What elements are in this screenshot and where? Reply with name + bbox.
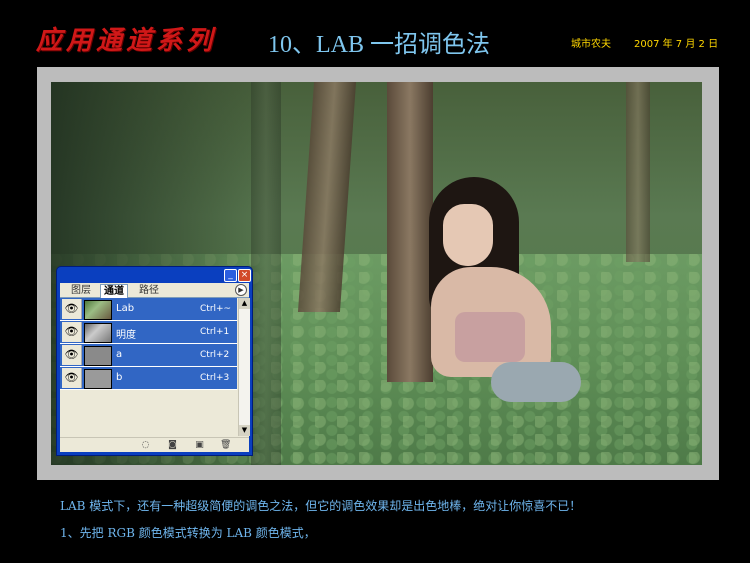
lesson-title: 10、LAB 一招调色法 (268, 32, 490, 58)
tree-trunk-blurred (251, 82, 281, 465)
delete-channel-icon[interactable]: 🗑 (220, 440, 231, 450)
save-selection-icon[interactable]: ◙ (167, 440, 178, 450)
channel-thumbnail (84, 300, 112, 320)
channel-shortcut: Ctrl+2 (200, 350, 230, 360)
channel-shortcut: Ctrl+3 (200, 373, 230, 383)
publish-date: 2007 年 7 月 2 日 (634, 39, 719, 50)
palette-scrollbar[interactable]: ▲ ▼ (238, 298, 250, 436)
palette-footer: ◌ ◙ ▣ 🗑 (60, 437, 249, 453)
scroll-down-icon[interactable]: ▼ (239, 425, 250, 436)
channel-row-a[interactable]: 👁 a Ctrl+2 (60, 344, 237, 367)
new-channel-icon[interactable]: ▣ (194, 440, 205, 450)
model-top (455, 312, 525, 362)
channel-row-lightness[interactable]: 👁 明度 Ctrl+1 (60, 321, 237, 344)
caption-line-2: 1、先把 RGB 颜色模式转换为 LAB 颜色模式， (60, 526, 316, 540)
channel-name: 明度 (116, 330, 136, 341)
close-button[interactable]: × (238, 269, 251, 282)
channel-thumbnail (84, 369, 112, 389)
eye-icon[interactable]: 👁 (62, 299, 82, 319)
palette-titlebar[interactable]: _ × (57, 267, 252, 283)
series-title: 应用通道系列 (36, 26, 217, 56)
scroll-up-icon[interactable]: ▲ (239, 298, 250, 309)
palette-tabs: 图层 通道 路径 ▶ (60, 283, 249, 298)
channels-palette: _ × 图层 通道 路径 ▶ 👁 Lab Ctrl+~ 👁 明度 Ctrl+1 (57, 267, 252, 455)
palette-menu-icon[interactable]: ▶ (235, 284, 247, 296)
channel-list: 👁 Lab Ctrl+~ 👁 明度 Ctrl+1 👁 a Ctrl+2 👁 b … (60, 298, 237, 390)
load-selection-icon[interactable]: ◌ (140, 440, 151, 450)
tab-channels[interactable]: 通道 (100, 284, 128, 298)
channel-name: Lab (116, 303, 135, 314)
caption-line-1: LAB 模式下，还有一种超级简便的调色之法，但它的调色效果却是出色地棒，绝对让你… (60, 499, 582, 513)
tree-trunk-far (626, 82, 650, 262)
tree-trunk-main (387, 82, 433, 382)
tab-paths[interactable]: 路径 (136, 284, 162, 297)
author-name: 城市农夫 (571, 39, 611, 50)
tab-layers[interactable]: 图层 (68, 284, 94, 297)
eye-icon[interactable]: 👁 (62, 345, 82, 365)
channel-shortcut: Ctrl+~ (200, 304, 232, 314)
minimize-button[interactable]: _ (224, 269, 237, 282)
channel-thumbnail (84, 323, 112, 343)
eye-icon[interactable]: 👁 (62, 368, 82, 388)
channel-name: a (116, 349, 123, 360)
model-jeans (491, 362, 581, 402)
channel-shortcut: Ctrl+1 (200, 327, 230, 337)
palette-body: 图层 通道 路径 ▶ 👁 Lab Ctrl+~ 👁 明度 Ctrl+1 👁 a (60, 283, 250, 453)
channel-row-lab[interactable]: 👁 Lab Ctrl+~ (60, 298, 237, 321)
channel-name: b (116, 372, 123, 383)
channel-row-b[interactable]: 👁 b Ctrl+3 (60, 367, 237, 390)
eye-icon[interactable]: 👁 (62, 322, 82, 342)
model-face (443, 204, 493, 266)
channel-thumbnail (84, 346, 112, 366)
